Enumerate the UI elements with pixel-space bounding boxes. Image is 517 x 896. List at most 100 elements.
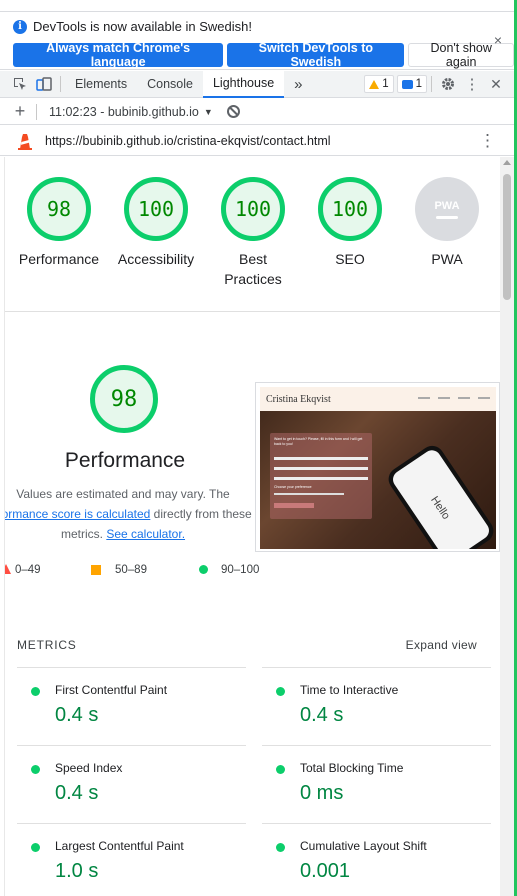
chevron-down-icon[interactable]: ▼ <box>204 107 213 117</box>
gear-icon[interactable] <box>436 72 460 96</box>
pass-circle-icon <box>199 565 208 574</box>
note-line-2: directly from these <box>150 507 252 521</box>
gauge-label: PWA <box>431 251 463 267</box>
report-url: https://bubinib.github.io/cristina-ekqvi… <box>45 133 331 148</box>
tab-console[interactable]: Console <box>137 71 203 98</box>
language-infobar: i DevTools is now available in Swedish! … <box>0 12 514 70</box>
metric-value: 0.4 s <box>55 704 99 726</box>
toolbar-separator <box>36 103 37 120</box>
report-url-bar: https://bubinib.github.io/cristina-ekqvi… <box>0 126 514 156</box>
infobar-message: DevTools is now available in Swedish! <box>33 19 252 34</box>
pass-circle-icon <box>31 843 40 852</box>
warning-icon <box>369 79 380 89</box>
score-ring: 98 <box>27 177 91 241</box>
pass-circle-icon <box>31 687 40 696</box>
warnings-count: 1 <box>382 78 389 90</box>
inspect-element-icon[interactable] <box>8 72 32 96</box>
close-devtools-icon[interactable]: ✕ <box>484 72 508 96</box>
legend-fail: 0–49 <box>15 564 41 576</box>
top-strip <box>0 0 517 12</box>
metric-cls: Cumulative Layout Shift 0.001 <box>262 823 491 896</box>
infobar-message-row: i DevTools is now available in Swedish! <box>13 19 252 34</box>
tab-lighthouse[interactable]: Lighthouse <box>202 70 285 98</box>
pass-circle-icon <box>276 765 285 774</box>
always-match-language-button[interactable]: Always match Chrome's language <box>13 41 224 69</box>
toolbar-separator <box>431 76 432 92</box>
performance-note: Values are estimated and may vary. The r… <box>5 484 253 544</box>
metric-value: 0.001 <box>300 860 351 882</box>
lighthouse-report: 98 Performance 100 Accessibility 100 Bes… <box>4 157 500 896</box>
gauge-performance[interactable]: 98 Performance <box>9 177 109 269</box>
pwa-badge-text: PWA <box>434 199 460 212</box>
score-calculated-link[interactable]: rformance score is calculated <box>5 507 150 521</box>
report-menu-icon[interactable]: ⋮ <box>479 131 496 151</box>
score-gauges: 98 Performance 100 Accessibility 100 Bes… <box>5 177 500 317</box>
screenshot-header: Cristina Ekqvist <box>260 387 496 411</box>
legend-pass: 90–100 <box>221 564 260 576</box>
scrollbar-thumb[interactable] <box>503 174 511 300</box>
fail-triangle-icon <box>5 564 11 574</box>
gauge-label: Best Practices <box>224 251 282 287</box>
message-icon <box>401 79 413 89</box>
gauge-label: Performance <box>18 251 100 267</box>
pass-circle-icon <box>276 687 285 696</box>
pass-circle-icon <box>31 765 40 774</box>
info-icon: i <box>13 19 27 34</box>
metric-value: 1.0 s <box>55 860 99 882</box>
metrics-heading: METRICS <box>17 638 77 652</box>
tab-elements[interactable]: Elements <box>65 71 137 98</box>
phone-image: Hello <box>383 441 496 549</box>
metric-value: 0 ms <box>300 782 344 804</box>
phone-hello-text: Hello <box>428 494 453 522</box>
warnings-badge[interactable]: 1 <box>364 75 394 93</box>
lighthouse-toolbar: + 11:02:23 - bubinib.github.io ▼ <box>0 99 514 125</box>
device-toolbar-icon[interactable] <box>32 72 56 96</box>
metric-value: 0.4 s <box>55 782 99 804</box>
see-calculator-link[interactable]: See calculator. <box>106 527 185 541</box>
switch-to-swedish-button[interactable]: Switch DevTools to Swedish <box>227 41 405 69</box>
gauge-label: Accessibility <box>117 251 195 267</box>
metric-name: Speed Index <box>55 761 123 775</box>
gauge-seo[interactable]: 100 SEO <box>300 177 400 269</box>
pass-circle-icon <box>276 843 285 852</box>
report-scrollbar[interactable] <box>500 157 514 896</box>
expand-view-toggle[interactable]: Expand view <box>406 638 477 652</box>
metric-name: Time to Interactive <box>300 683 399 697</box>
metrics-header: METRICS Expand view <box>17 638 477 652</box>
gauge-best-practices[interactable]: 100 Best Practices <box>203 177 303 289</box>
messages-count: 1 <box>415 78 422 90</box>
metric-name: Total Blocking Time <box>300 761 404 775</box>
average-square-icon <box>91 565 101 575</box>
metric-tbt: Total Blocking Time 0 ms <box>262 745 491 823</box>
more-tabs-button[interactable]: » <box>284 71 312 98</box>
report-selector[interactable]: 11:02:23 - bubinib.github.io <box>49 105 199 119</box>
screenshot-image: Cristina Ekqvist Want to get in touch? P… <box>260 387 496 549</box>
toolbar-separator <box>60 76 61 92</box>
clear-reports-icon[interactable] <box>226 105 240 118</box>
metric-speed-index: Speed Index 0.4 s <box>17 745 246 823</box>
gauge-accessibility[interactable]: 100 Accessibility <box>106 177 206 269</box>
score-ring: 100 <box>221 177 285 241</box>
devtools-tabbar: Elements Console Lighthouse » 1 1 ⋮ ✕ <box>0 70 514 98</box>
metric-tti: Time to Interactive 0.4 s <box>262 667 491 745</box>
gauge-pwa[interactable]: PWA PWA <box>397 177 497 269</box>
screenshot-form-text: Want to get in touch? Please, fill in th… <box>274 437 363 446</box>
note-line-3: metrics. <box>60 527 107 541</box>
page-screenshot[interactable]: Cristina Ekqvist Want to get in touch? P… <box>255 382 500 552</box>
metric-name: Cumulative Layout Shift <box>300 839 427 853</box>
performance-score-ring: 98 <box>90 365 158 433</box>
close-icon[interactable]: × <box>494 32 502 48</box>
metric-name: Largest Contentful Paint <box>55 839 184 853</box>
messages-badge[interactable]: 1 <box>396 75 427 93</box>
screenshot-contact-form: Want to get in touch? Please, fill in th… <box>270 433 372 519</box>
metric-lcp: Largest Contentful Paint 1.0 s <box>17 823 246 896</box>
lighthouse-logo-icon <box>18 133 32 150</box>
note-line-1: Values are estimated and may vary. The <box>16 487 230 501</box>
pwa-badge-icon: PWA <box>415 177 479 241</box>
screenshot-site-name: Cristina Ekqvist <box>266 394 331 405</box>
more-options-icon[interactable]: ⋮ <box>460 72 484 96</box>
metric-fcp: First Contentful Paint 0.4 s <box>17 667 246 745</box>
new-report-button[interactable]: + <box>8 100 32 124</box>
scroll-up-icon[interactable] <box>503 160 511 165</box>
section-divider <box>5 311 500 312</box>
